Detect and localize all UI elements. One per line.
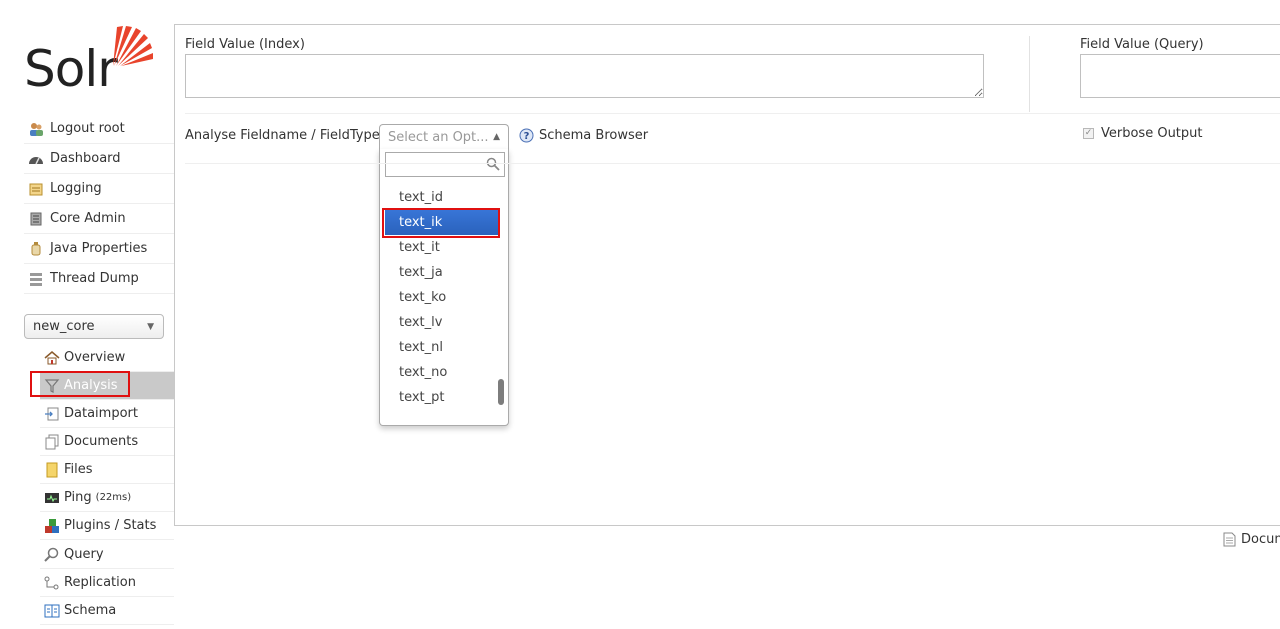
nav-dashboard[interactable]: Dashboard (24, 144, 174, 174)
nav-thread-dump[interactable]: Thread Dump (24, 264, 174, 294)
field-value-query-label: Field Value (Query) (1080, 37, 1204, 52)
core-menu-query[interactable]: Query (40, 541, 174, 569)
document-icon (1223, 532, 1236, 547)
analysis-highlight (30, 371, 130, 397)
core-menu-plugins-label: Plugins / Stats (64, 518, 157, 533)
core-selector[interactable]: new_core ▼ (24, 314, 164, 339)
search-icon (486, 157, 500, 171)
core-menu-overview[interactable]: Overview (40, 344, 174, 372)
schema-icon (44, 603, 60, 619)
logo-text: Solr (24, 40, 118, 98)
verbose-output-label: Verbose Output (1101, 126, 1203, 141)
documents-icon (44, 434, 60, 450)
verbose-output-checkbox[interactable]: ✓ (1083, 128, 1094, 139)
documentation-link[interactable]: Docum (1241, 532, 1280, 547)
core-menu-schema-label: Schema (64, 603, 117, 618)
core-menu-plugins[interactable]: Plugins / Stats (40, 512, 174, 540)
core-menu-documents-label: Documents (64, 434, 139, 449)
core-selector-value: new_core (33, 319, 95, 334)
core-menu-dataimport[interactable]: Dataimport (40, 400, 174, 428)
column-divider (1029, 36, 1030, 112)
svg-text:?: ? (524, 131, 530, 142)
fieldtype-dropdown[interactable]: text_id text_ik text_it text_ja text_ko … (379, 149, 509, 426)
field-value-query-input[interactable] (1080, 54, 1280, 98)
fieldtype-option[interactable]: text_ja (385, 260, 499, 285)
replication-icon (44, 575, 60, 591)
fieldtype-option[interactable]: text_lv (385, 310, 499, 335)
core-menu-overview-label: Overview (64, 350, 126, 365)
chevron-down-icon: ▼ (147, 322, 154, 332)
solr-sun-icon (113, 26, 153, 66)
fieldtype-option[interactable]: text_it (385, 235, 499, 260)
core-menu-query-label: Query (64, 547, 104, 562)
files-icon (44, 462, 60, 478)
fieldname-label: Analyse Fieldname / FieldType: (185, 128, 385, 143)
nav-logout[interactable]: Logout root (24, 114, 174, 144)
nav-logout-label: Logout root (50, 121, 125, 136)
nav-core-admin[interactable]: Core Admin (24, 204, 174, 234)
thread-dump-icon (28, 271, 44, 287)
nav-dashboard-label: Dashboard (50, 151, 121, 166)
logging-icon (28, 181, 44, 197)
core-menu-files-label: Files (64, 462, 93, 477)
core-menu-replication[interactable]: Replication (40, 569, 174, 597)
schema-browser-link[interactable]: Schema Browser (539, 128, 648, 143)
help-icon[interactable]: ? (519, 128, 534, 143)
ping-icon (44, 490, 60, 506)
dataimport-icon (44, 406, 60, 422)
plugins-icon (44, 518, 60, 534)
chevron-up-icon: ▲ (493, 132, 500, 142)
fieldtype-option[interactable]: text_id (385, 185, 499, 210)
core-menu-ping-label: Ping (64, 490, 92, 505)
field-value-index-label: Field Value (Index) (185, 37, 305, 52)
solr-logo[interactable]: Solr (22, 22, 157, 94)
analysis-panel (174, 24, 1280, 526)
query-icon (44, 547, 60, 563)
fieldtype-select[interactable]: Select an Opt... ▲ (379, 124, 509, 150)
nav-java-properties-label: Java Properties (50, 241, 148, 256)
nav-core-admin-label: Core Admin (50, 211, 126, 226)
dashboard-icon (28, 151, 44, 167)
core-menu-files[interactable]: Files (40, 456, 174, 484)
nav-thread-dump-label: Thread Dump (50, 271, 139, 286)
fieldtype-option[interactable]: text_ko (385, 285, 499, 310)
nav-java-properties[interactable]: Java Properties (24, 234, 174, 264)
separator-top (185, 113, 1280, 114)
ping-time: (22ms) (95, 492, 132, 503)
fieldtype-option[interactable]: text_nl (385, 335, 499, 360)
core-menu-documents[interactable]: Documents (40, 428, 174, 456)
logout-icon (28, 121, 44, 137)
core-menu-schema[interactable]: Schema (40, 597, 174, 625)
fieldtype-option[interactable]: text_pt (385, 385, 499, 410)
nav-logging-label: Logging (50, 181, 102, 196)
dropdown-scrollbar[interactable] (498, 379, 504, 405)
field-value-index-input[interactable] (185, 54, 984, 98)
core-admin-icon (28, 211, 44, 227)
core-menu-dataimport-label: Dataimport (64, 406, 138, 421)
java-icon (28, 241, 44, 257)
core-menu-replication-label: Replication (64, 575, 136, 590)
fieldtype-option[interactable]: text_no (385, 360, 499, 385)
selected-option-highlight (382, 208, 500, 238)
home-icon (44, 350, 60, 366)
separator-mid (185, 163, 1280, 164)
fieldtype-select-placeholder: Select an Opt... (388, 130, 489, 145)
nav-logging[interactable]: Logging (24, 174, 174, 204)
core-menu-ping[interactable]: Ping (22ms) (40, 484, 174, 512)
